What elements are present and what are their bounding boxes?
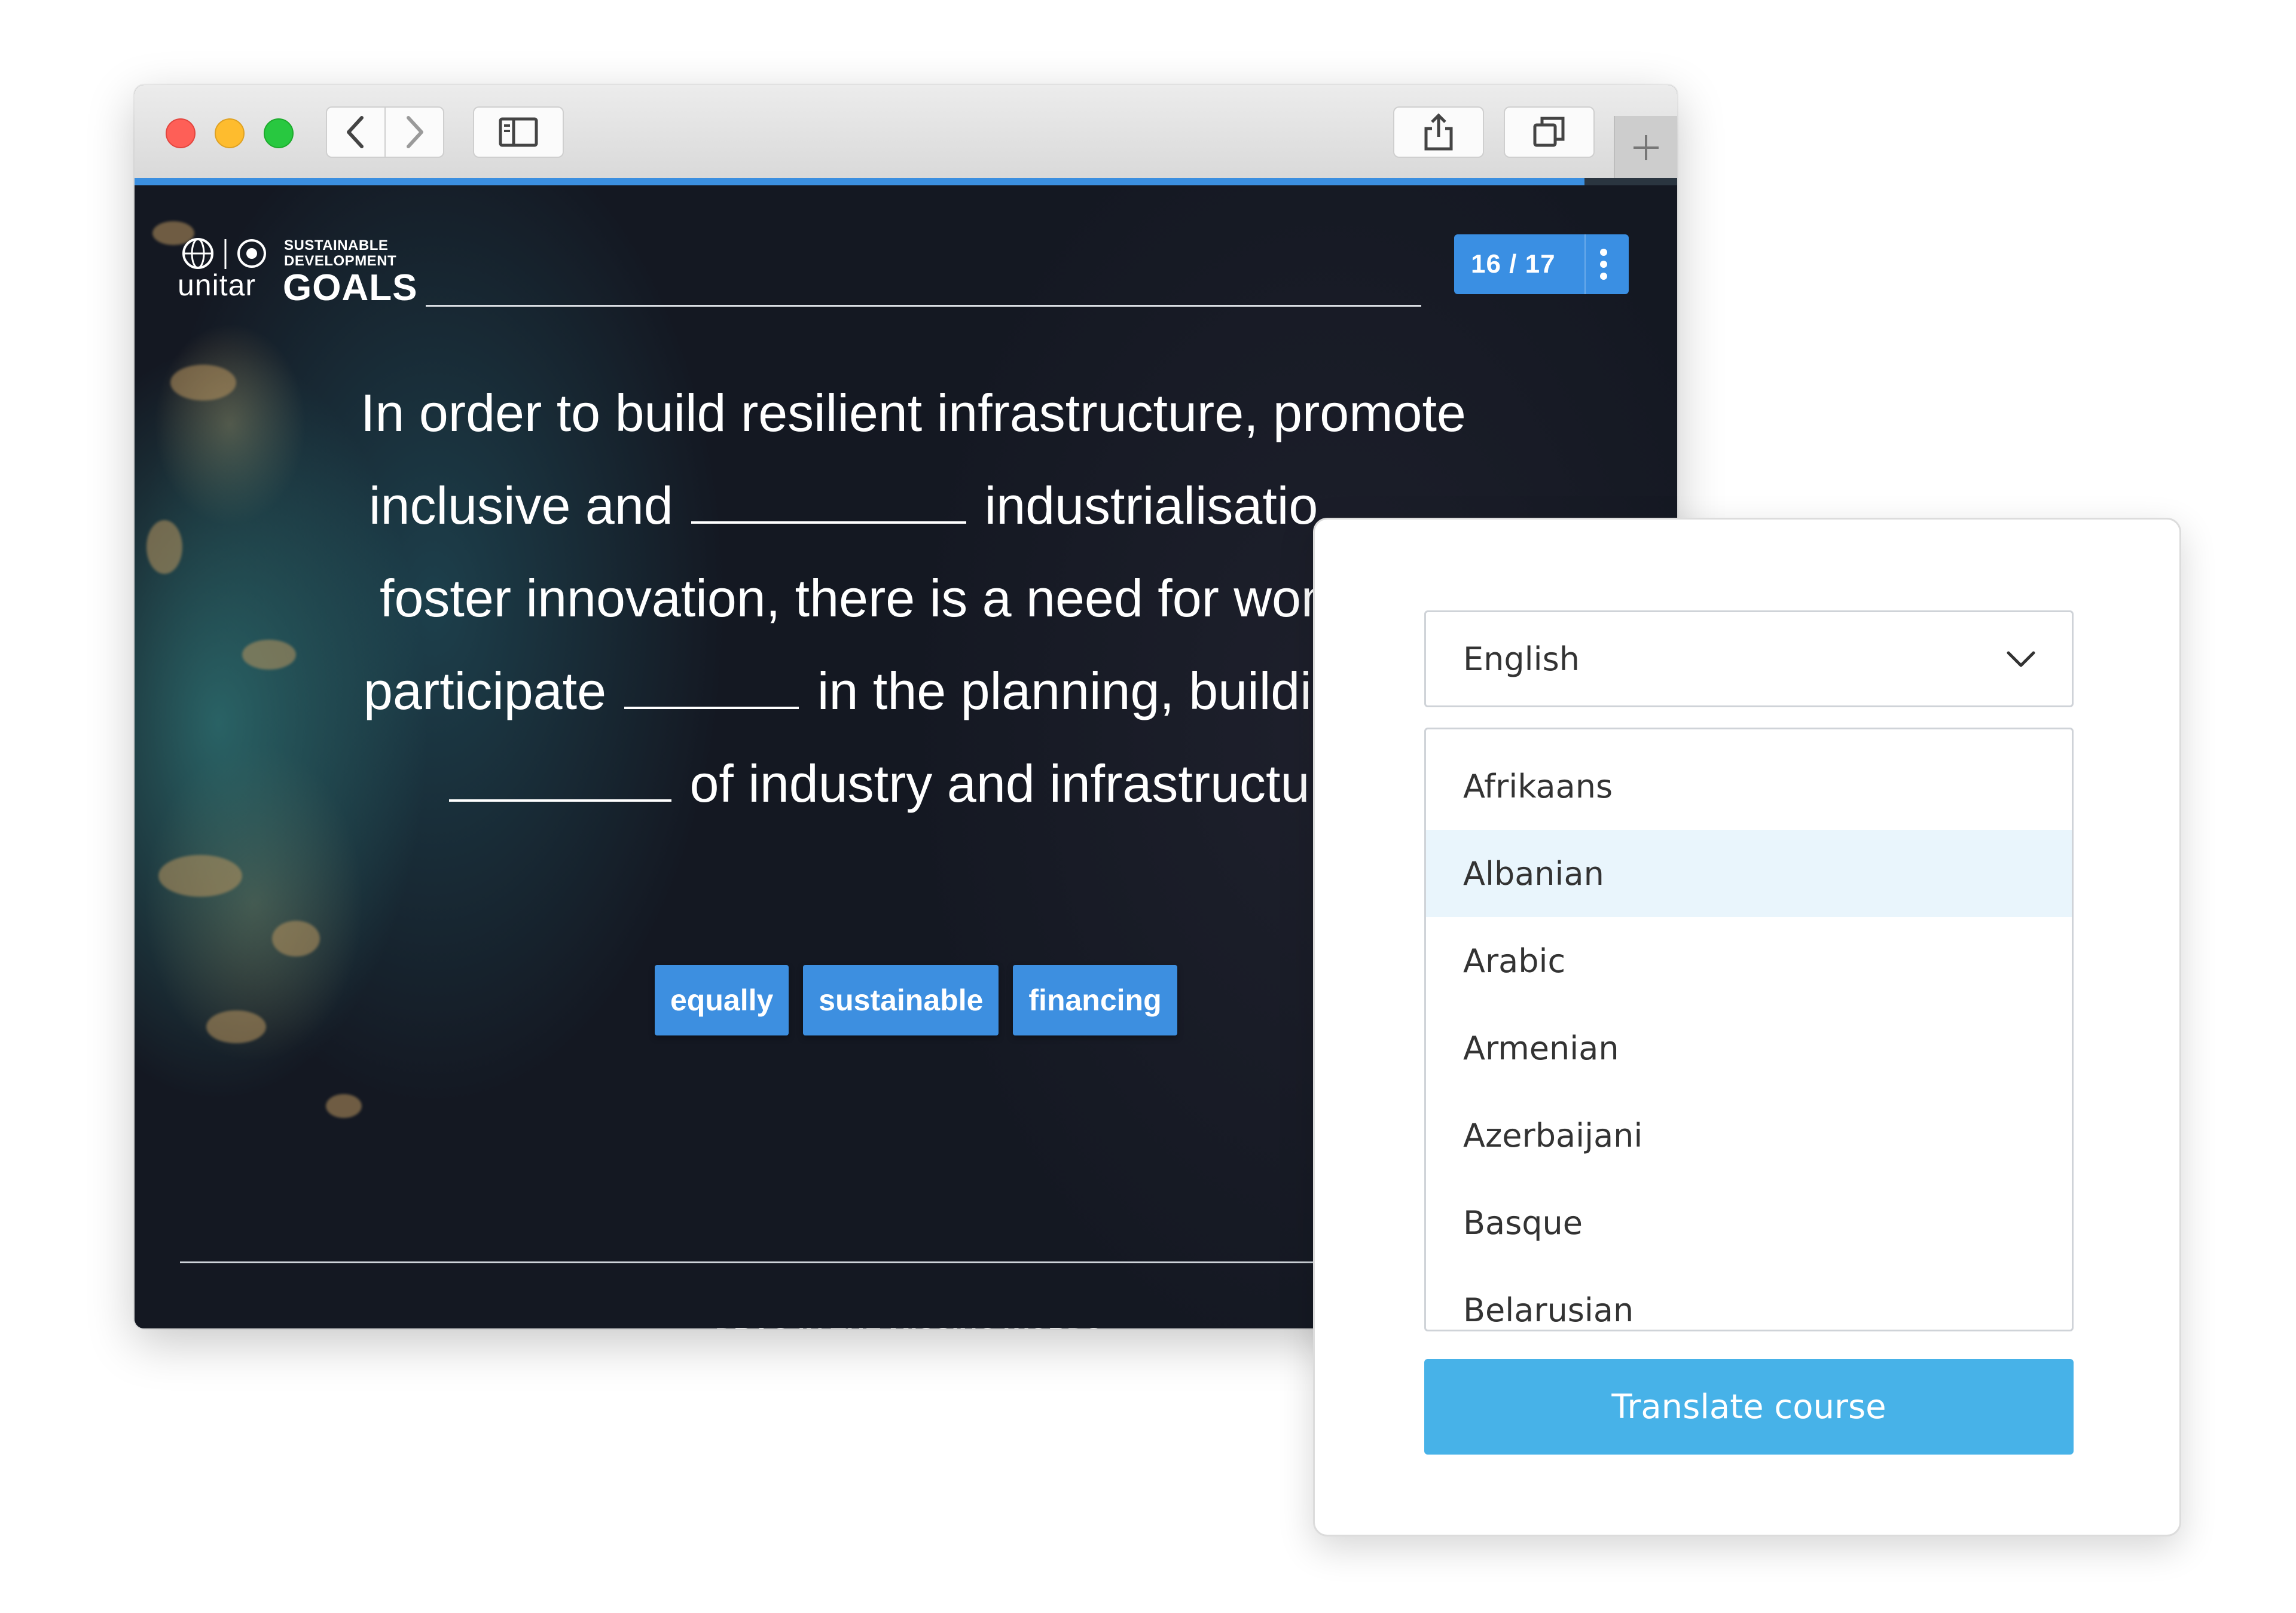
language-select[interactable]: English xyxy=(1424,610,2074,707)
slide-counter: 16 / 17 xyxy=(1454,234,1629,294)
map-island xyxy=(170,365,236,401)
logo-sdg-line1: SUSTAINABLE xyxy=(284,237,389,253)
language-dropdown-list[interactable]: Afrikaans Albanian Arabic Armenian Azerb… xyxy=(1424,728,2074,1331)
translate-panel: English Afrikaans Albanian Arabic Armeni… xyxy=(1313,518,2181,1536)
new-tab-button[interactable] xyxy=(1614,116,1677,179)
language-option[interactable]: Afrikaans xyxy=(1426,743,2072,830)
blank-drop-zone[interactable] xyxy=(691,485,967,524)
logo-sdg-goals: GOALS xyxy=(283,267,418,308)
blank-drop-zone[interactable] xyxy=(449,763,671,802)
map-island xyxy=(146,520,182,574)
back-button[interactable] xyxy=(326,106,386,158)
close-window-button[interactable] xyxy=(166,118,196,148)
more-vertical-icon xyxy=(1600,249,1607,280)
sidebar-icon xyxy=(499,117,538,147)
tabs-icon xyxy=(1533,117,1565,147)
word-chip-financing[interactable]: financing xyxy=(1013,965,1177,1035)
unitar-sdg-logo: unitar SUSTAINABLE DEVELOPMENT GOALS xyxy=(178,233,429,309)
word-bank: equally sustainable financing xyxy=(655,965,1177,1035)
question-line-3: foster innovation, there is a need for w… xyxy=(380,568,1345,629)
question-text: participate xyxy=(364,661,607,720)
map-island xyxy=(206,1010,266,1043)
language-option[interactable]: Armenian xyxy=(1426,1004,2072,1092)
question-text: inclusive and xyxy=(369,476,673,535)
word-chip-equally[interactable]: equally xyxy=(655,965,789,1035)
chevron-down-icon xyxy=(2007,651,2035,667)
browser-toolbar xyxy=(135,85,1677,181)
language-option[interactable]: Basque xyxy=(1426,1179,2072,1266)
translate-course-button[interactable]: Translate course xyxy=(1424,1359,2074,1455)
share-button[interactable] xyxy=(1393,106,1484,158)
minimize-window-button[interactable] xyxy=(215,118,245,148)
question-line-5: of industry and infrastructur xyxy=(445,753,1327,814)
question-text: foster innovation, there is a need for w… xyxy=(380,569,1345,628)
back-icon xyxy=(347,116,364,148)
map-island xyxy=(326,1094,362,1118)
question-text: industrialisatio xyxy=(984,476,1318,535)
language-option[interactable]: Azerbaijani xyxy=(1426,1092,2072,1179)
slide-menu-button[interactable] xyxy=(1584,234,1622,294)
forward-button[interactable] xyxy=(384,106,444,158)
header-divider xyxy=(426,305,1421,307)
question-text: in the planning, buildin xyxy=(817,661,1341,720)
question-line-2: inclusive and industrialisatio xyxy=(369,475,1318,536)
language-option[interactable]: Arabic xyxy=(1426,917,2072,1004)
word-chip-sustainable[interactable]: sustainable xyxy=(803,965,999,1035)
sidebar-toggle-button[interactable] xyxy=(473,106,564,158)
question-text: of industry and infrastructur xyxy=(689,754,1327,813)
language-select-value: English xyxy=(1463,640,1580,678)
course-progress-bar xyxy=(135,178,1677,185)
share-icon xyxy=(1424,113,1453,151)
un-emblem-icon xyxy=(182,238,266,269)
forward-icon xyxy=(407,116,423,148)
map-island xyxy=(272,921,320,957)
course-progress-fill xyxy=(135,178,1585,185)
language-option[interactable]: Belarusian xyxy=(1426,1266,2072,1330)
language-option-highlighted[interactable]: Albanian xyxy=(1426,830,2072,917)
slide-counter-text: 16 / 17 xyxy=(1471,249,1556,279)
tab-overview-button[interactable] xyxy=(1504,106,1595,158)
logo-sdg-subtitle: SUSTAINABLE DEVELOPMENT xyxy=(284,238,396,269)
zoom-window-button[interactable] xyxy=(264,118,294,148)
map-island xyxy=(242,640,296,670)
map-island xyxy=(158,855,242,897)
blank-drop-zone[interactable] xyxy=(624,671,799,709)
question-line-1: In order to build resilient infrastructu… xyxy=(361,383,1466,444)
question-line-4: participate in the planning, buildin xyxy=(364,661,1341,722)
logo-unitar-text: unitar xyxy=(178,268,257,302)
plus-icon xyxy=(1634,135,1659,160)
question-text: In order to build resilient infrastructu… xyxy=(361,383,1466,442)
